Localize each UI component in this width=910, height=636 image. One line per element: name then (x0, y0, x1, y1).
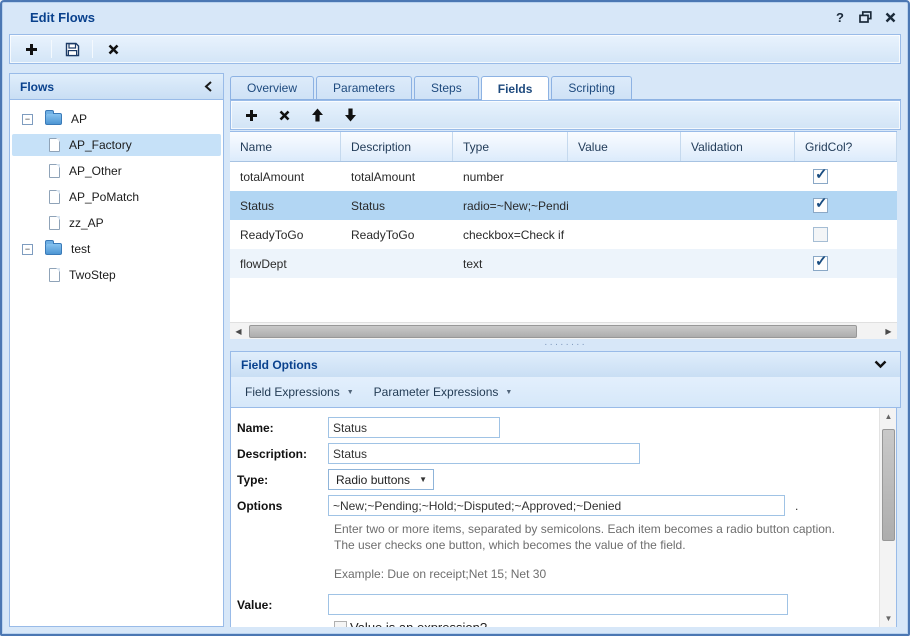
tab-strip: Overview Parameters Steps Fields Scripti… (230, 76, 901, 100)
column-header-validation[interactable]: Validation (681, 132, 795, 161)
add-button[interactable] (16, 37, 46, 61)
window-title: Edit Flows (30, 10, 95, 25)
table-row-totalamount[interactable]: totalAmount totalAmount number (230, 162, 897, 191)
value-is-expression-label: Value is an expression? (350, 620, 487, 627)
toolbar-separator (51, 40, 52, 58)
file-icon (49, 216, 60, 230)
scroll-down-arrow-icon[interactable]: ▼ (880, 610, 897, 627)
chevron-down-icon: ▼ (347, 389, 354, 396)
tree-folder-ap[interactable]: AP (10, 108, 223, 130)
tree-item-ap_pomatch[interactable]: AP_PoMatch (10, 186, 223, 208)
restore-button[interactable] (857, 9, 873, 25)
column-header-description[interactable]: Description (341, 132, 453, 161)
save-button[interactable] (57, 37, 87, 61)
close-button[interactable] (882, 9, 898, 25)
tree-item-twostep[interactable]: TwoStep (10, 264, 223, 286)
delete-button[interactable] (98, 37, 128, 61)
options-label: Options (237, 499, 328, 513)
file-icon (49, 138, 60, 152)
field-options-title: Field Options (241, 358, 318, 372)
flows-tree: AP AP_Factory AP_Other AP_PoMatch zz_AP … (10, 100, 223, 286)
folder-icon (45, 243, 62, 255)
fields-table: NameDescriptionTypeValueValidationGridCo… (230, 131, 897, 339)
options-suffix: . (795, 499, 798, 513)
tab-parameters[interactable]: Parameters (316, 76, 412, 99)
flows-panel: Flows AP AP_Factory AP_Other AP_PoMatch … (9, 73, 224, 627)
value-label: Value: (237, 598, 328, 612)
scroll-up-arrow-icon[interactable]: ▲ (880, 408, 897, 425)
horizontal-scrollbar-thumb[interactable] (249, 325, 857, 338)
tree-folder-test[interactable]: test (10, 238, 223, 260)
move-down-button[interactable] (337, 103, 363, 127)
tab-fields[interactable]: Fields (481, 76, 550, 100)
tree-item-ap_factory[interactable]: AP_Factory (12, 134, 221, 156)
tree-item-ap_other[interactable]: AP_Other (10, 160, 223, 182)
table-row-status[interactable]: Status Status radio=~New;~Pendi (230, 191, 897, 220)
flows-panel-title: Flows (20, 80, 54, 94)
expressions-menubar: Field Expressions ▼ Parameter Expression… (230, 377, 901, 408)
value-field[interactable] (328, 594, 788, 615)
gridcol-checkbox[interactable] (813, 256, 828, 271)
tab-scripting[interactable]: Scripting (551, 76, 632, 99)
window-controls: ? (832, 9, 898, 25)
menu-parameter-expressions[interactable]: Parameter Expressions ▼ (366, 382, 521, 402)
options-help-text: Enter two or more items, separated by se… (334, 521, 879, 553)
delete-field-button[interactable] (271, 103, 297, 127)
tab-overview[interactable]: Overview (230, 76, 314, 99)
table-header-row: NameDescriptionTypeValueValidationGridCo… (230, 131, 897, 162)
name-field[interactable] (328, 417, 500, 438)
collapse-section-button[interactable] (873, 357, 888, 372)
vertical-scrollbar[interactable]: ▲ ▼ (879, 408, 896, 627)
options-example-text: Example: Due on receipt;Net 15; Net 30 (334, 567, 879, 581)
description-label: Description: (237, 447, 328, 461)
value-is-expression-checkbox[interactable] (334, 621, 347, 627)
name-label: Name: (237, 421, 328, 435)
window-titlebar: Edit Flows ? (2, 2, 908, 32)
gridcol-checkbox[interactable] (813, 227, 828, 242)
main-toolbar (9, 34, 901, 64)
chevron-down-icon: ▼ (505, 389, 512, 396)
scroll-left-arrow-icon[interactable]: ◀ (230, 323, 247, 340)
column-header-gridcol[interactable]: GridCol? (795, 132, 897, 161)
flows-panel-header: Flows (10, 74, 223, 100)
collapse-expander-icon[interactable] (22, 244, 33, 255)
horizontal-scrollbar[interactable]: ◀ ▶ (230, 322, 897, 339)
type-label: Type: (237, 473, 328, 487)
chevron-down-icon: ▼ (419, 475, 427, 484)
collapse-panel-button[interactable] (200, 79, 215, 94)
edit-flows-window: Edit Flows ? Flows AP AP_Factory AP_Othe… (0, 0, 910, 636)
type-select-value: Radio buttons (336, 473, 410, 487)
type-select[interactable]: Radio buttons ▼ (328, 469, 434, 490)
vertical-scrollbar-thumb[interactable] (882, 429, 895, 541)
column-header-type[interactable]: Type (453, 132, 568, 161)
help-button[interactable]: ? (832, 9, 848, 25)
gridcol-checkbox[interactable] (813, 198, 828, 213)
move-up-button[interactable] (304, 103, 330, 127)
column-header-value[interactable]: Value (568, 132, 681, 161)
toolbar-separator (92, 40, 93, 58)
field-options-header: Field Options (230, 351, 901, 378)
collapse-expander-icon[interactable] (22, 114, 33, 125)
column-header-name[interactable]: Name (230, 132, 341, 161)
description-field[interactable] (328, 443, 640, 464)
gridcol-checkbox[interactable] (813, 169, 828, 184)
scroll-right-arrow-icon[interactable]: ▶ (880, 323, 897, 340)
field-options-form-panel: Name: Description: Type: Radio buttons ▼… (230, 408, 897, 627)
table-row-readytogo[interactable]: ReadyToGo ReadyToGo checkbox=Check if it (230, 220, 897, 249)
file-icon (49, 190, 60, 204)
file-icon (49, 164, 60, 178)
file-icon (49, 268, 60, 282)
menu-field-expressions[interactable]: Field Expressions ▼ (237, 382, 362, 402)
panel-splitter[interactable]: ········ (230, 339, 901, 351)
tree-item-zz_ap[interactable]: zz_AP (10, 212, 223, 234)
options-field[interactable] (328, 495, 785, 516)
add-field-button[interactable] (238, 103, 264, 127)
tab-steps[interactable]: Steps (414, 76, 479, 99)
folder-icon (45, 113, 62, 125)
fields-toolbar (230, 100, 901, 130)
table-row-flowdept[interactable]: flowDept text (230, 249, 897, 278)
